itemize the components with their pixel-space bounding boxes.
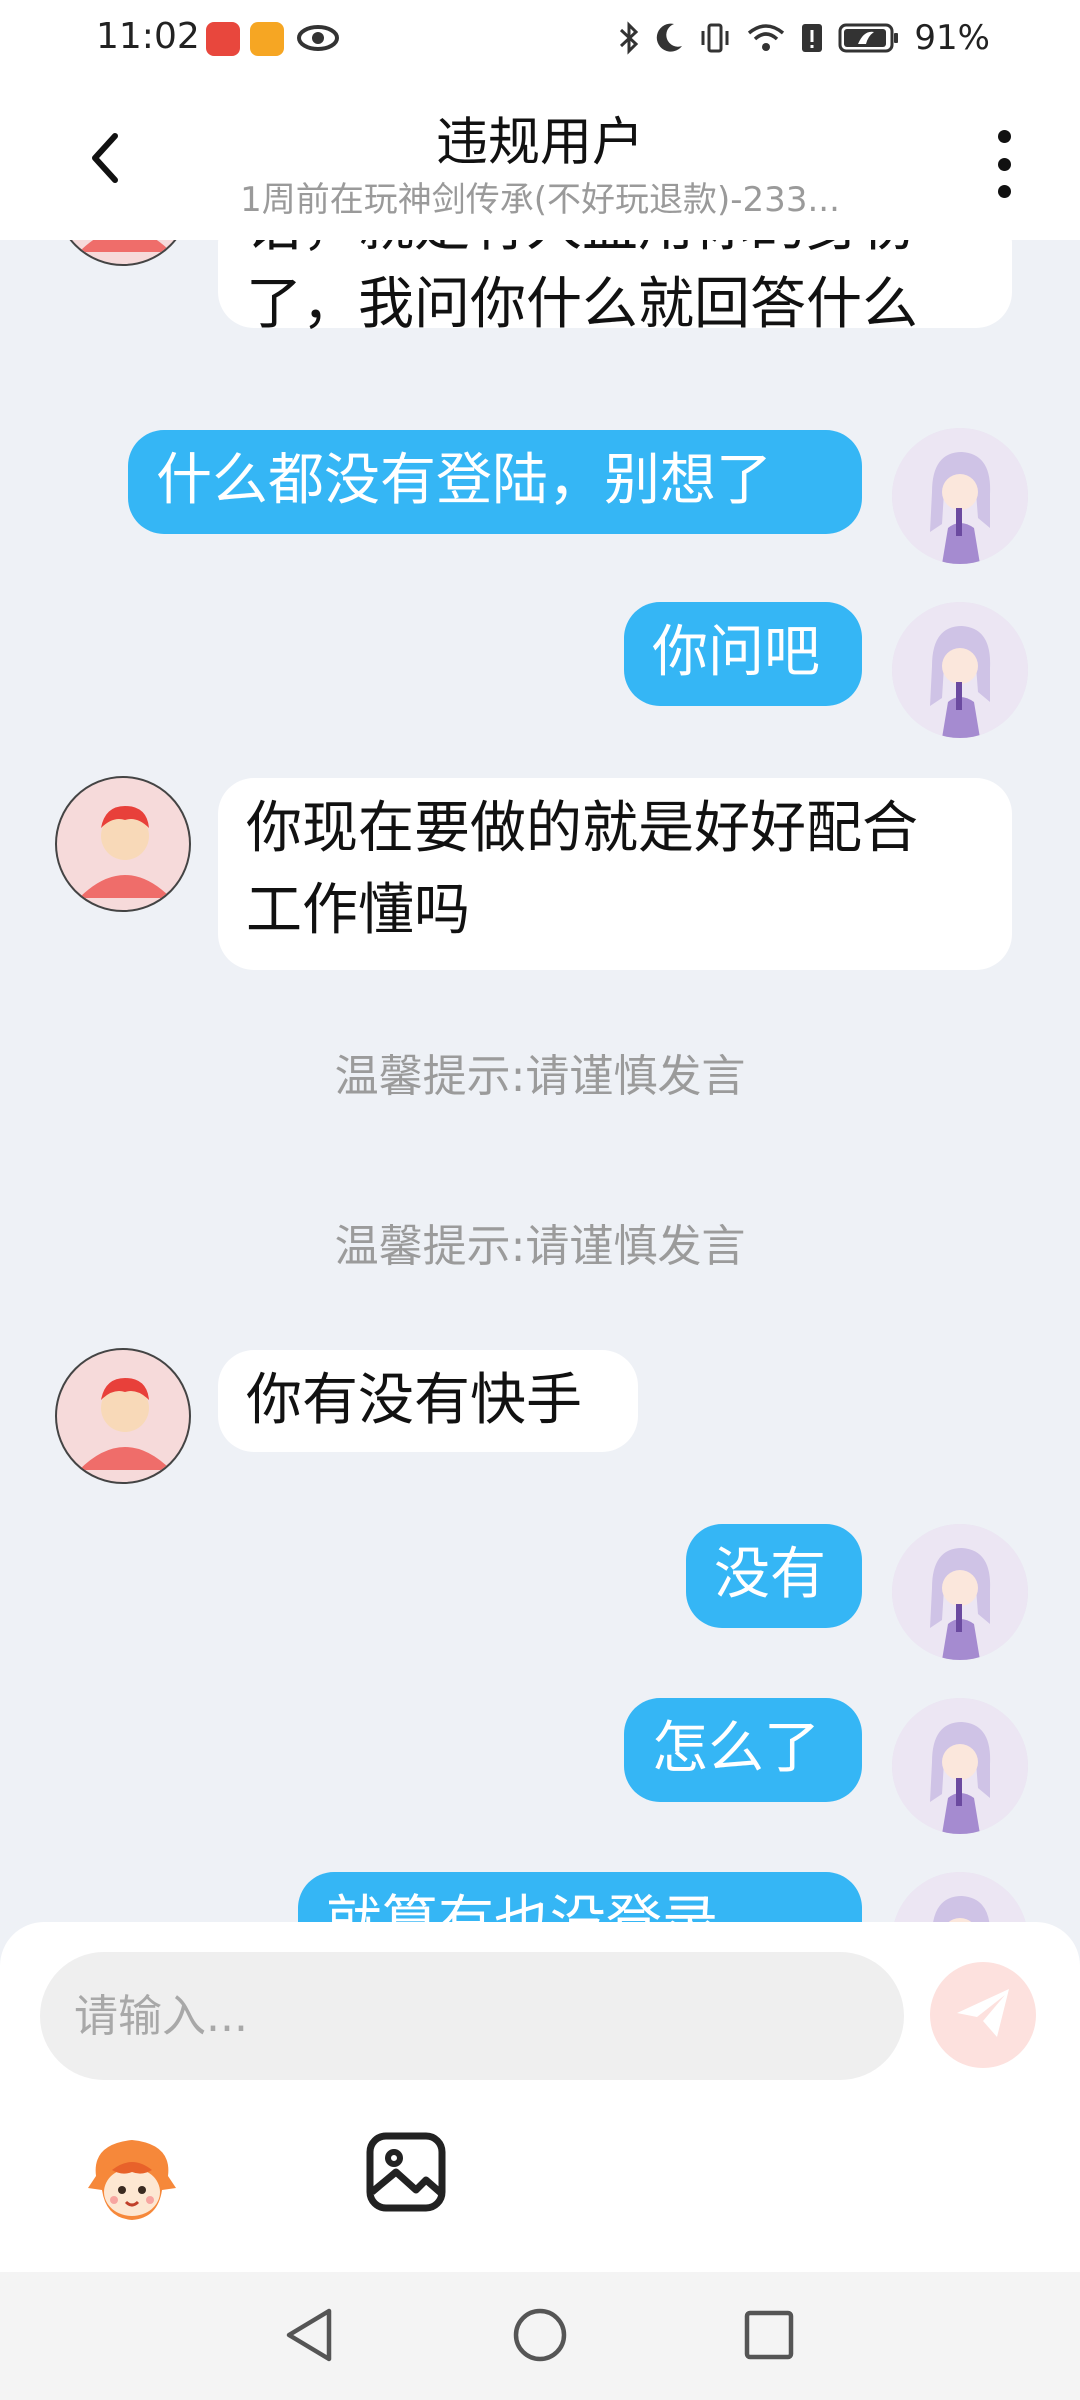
- battery-icon: [838, 22, 900, 54]
- status-bar: 11:02 91%: [0, 0, 1080, 80]
- avatar-self[interactable]: [892, 1524, 1028, 1660]
- nav-back-button[interactable]: [274, 2302, 344, 2372]
- message-text: 你有没有快手: [246, 1368, 582, 1433]
- system-nav-bar: [0, 2272, 1080, 2400]
- message-text: 工作懂吗: [246, 878, 470, 943]
- back-triangle-icon: [281, 2305, 337, 2369]
- bluetooth-icon: [618, 20, 640, 56]
- chat-subtitle: 1周前在玩神剑传承(不好玩退款)-233...: [240, 180, 840, 220]
- message-text: 就算有也没登录: [326, 1890, 718, 1922]
- status-time: 11:02: [96, 16, 200, 57]
- avatar-self[interactable]: [892, 1698, 1028, 1834]
- message-text: 怎么了: [652, 1716, 820, 1781]
- avatar-self[interactable]: [892, 602, 1028, 738]
- message-composer: [0, 1922, 1080, 2272]
- eye-comfort-icon: [296, 20, 340, 60]
- image-picker-button[interactable]: [364, 2130, 448, 2214]
- message-bubble-incoming[interactable]: 你有没有快手: [218, 1350, 638, 1452]
- chat-title: 违规用户: [435, 113, 644, 173]
- appgallery-icon: [206, 22, 240, 56]
- message-bubble-outgoing[interactable]: 就算有也没登录: [298, 1872, 862, 1922]
- avatar-other-user[interactable]: [55, 240, 191, 266]
- sim-alert-icon: [800, 22, 824, 54]
- avatar-other-user[interactable]: [55, 1348, 191, 1484]
- recents-square-icon: [741, 2307, 797, 2367]
- message-text: 你问吧: [652, 620, 820, 685]
- image-icon: [364, 2132, 448, 2218]
- more-options-button[interactable]: [984, 124, 1024, 204]
- wifi-icon: [746, 22, 786, 54]
- more-vertical-icon: [997, 130, 1011, 143]
- message-text: 了，我问你什么就回答什么: [246, 272, 918, 337]
- paper-plane-icon: [953, 1985, 1013, 2045]
- message-text: 你现在要做的就是好好配合: [246, 796, 918, 861]
- message-bubble-outgoing[interactable]: 什么都没有登陆，别想了: [128, 430, 862, 534]
- avatar-other-user[interactable]: [55, 776, 191, 912]
- sticker-button[interactable]: [82, 2130, 182, 2230]
- message-bubble-outgoing[interactable]: 你问吧: [624, 602, 862, 706]
- wallet-icon: [250, 22, 284, 56]
- system-tip: 温馨提示:请谨慎发言: [334, 1221, 746, 1272]
- battery-percent: 91%: [914, 18, 990, 58]
- nav-home-button[interactable]: [505, 2302, 575, 2372]
- message-input[interactable]: [40, 1952, 904, 2080]
- message-text: 没有: [714, 1542, 826, 1607]
- message-bubble-incoming[interactable]: 你现在要做的就是好好配合 工作懂吗: [218, 778, 1012, 970]
- sticker-icon: [82, 2140, 182, 2234]
- system-tip: 温馨提示:请谨慎发言: [334, 1051, 746, 1102]
- avatar-self[interactable]: [892, 1872, 1028, 1922]
- message-bubble-outgoing[interactable]: 没有: [686, 1524, 862, 1628]
- message-list[interactable]: 话，就是有人盗用你的身份 了，我问你什么就回答什么 什么都没有登陆，别想了 你问…: [0, 240, 1080, 1922]
- home-circle-icon: [510, 2305, 570, 2369]
- send-button[interactable]: [930, 1962, 1036, 2068]
- message-text: 什么都没有登陆，别想了: [156, 448, 772, 513]
- message-bubble-incoming[interactable]: 话，就是有人盗用你的身份 了，我问你什么就回答什么: [218, 240, 1012, 337]
- chat-header: 违规用户 1周前在玩神剑传承(不好玩退款)-233...: [0, 80, 1080, 240]
- vibrate-icon: [698, 22, 732, 54]
- message-bubble-outgoing[interactable]: 怎么了: [624, 1698, 862, 1802]
- nav-recents-button[interactable]: [734, 2302, 804, 2372]
- avatar-self[interactable]: [892, 428, 1028, 564]
- moon-icon: [654, 22, 684, 54]
